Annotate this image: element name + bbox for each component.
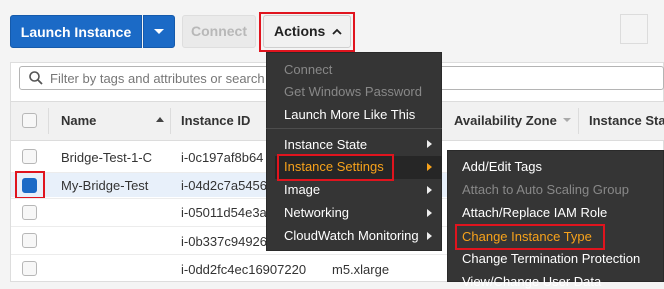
column-divider [578,108,579,134]
submenu-arrow-icon [427,209,432,217]
sort-asc-icon [156,117,164,122]
submenu-arrow-icon [427,163,432,171]
menu-item-launch-more-like-this[interactable]: Launch More Like This [284,107,415,122]
chevron-down-icon [154,29,164,34]
annotation-box-checkbox [15,171,45,199]
submenu-item-attach-auto-scaling: Attach to Auto Scaling Group [462,182,629,197]
submenu-item-add-edit-tags[interactable]: Add/Edit Tags [462,159,542,174]
row-checkbox[interactable] [22,261,37,276]
select-all-checkbox[interactable] [22,113,37,128]
menu-divider [266,128,442,129]
menu-item-get-windows-password: Get Windows Password [284,84,422,99]
instance-id[interactable]: i-0dd2fc4ec16907220 [181,262,306,277]
submenu-arrow-icon [427,186,432,194]
submenu-item-attach-replace-iam-role[interactable]: Attach/Replace IAM Role [462,205,607,220]
row-checkbox[interactable] [22,233,37,248]
instance-name: Bridge-Test-1-C [61,150,153,165]
menu-item-cloudwatch-monitoring[interactable]: CloudWatch Monitoring [284,228,419,243]
menu-item-connect: Connect [284,62,333,77]
row-checkbox[interactable] [22,205,37,220]
menu-item-instance-state[interactable]: Instance State [284,137,367,152]
submenu-arrow-icon [427,232,432,240]
annotation-box-instance-settings [277,154,394,181]
toolbar-icon-button[interactable] [620,14,648,44]
column-header-instance-state[interactable]: Instance Sta [589,113,664,128]
instance-id[interactable]: i-0c197af8b64 [181,150,263,165]
row-checkbox[interactable] [22,149,37,164]
launch-instance-dropdown-button[interactable] [143,15,175,48]
connect-button[interactable]: Connect [182,15,256,48]
launch-instance-button[interactable]: Launch Instance [10,15,142,48]
instance-name: My-Bridge-Test [61,178,149,193]
menu-item-image[interactable]: Image [284,182,320,197]
annotation-box-actions [259,12,355,52]
column-header-name[interactable]: Name [61,113,96,128]
menu-item-networking[interactable]: Networking [284,205,349,220]
instance-id[interactable]: i-05011d54e3a [181,205,267,220]
column-header-availability-zone[interactable]: Availability Zone [454,113,557,128]
sort-caret-icon [563,118,571,122]
column-divider [170,108,171,134]
search-icon [29,71,43,85]
search-placeholder: Filter by tags and attributes or search [50,71,265,86]
instance-id[interactable]: i-04d2c7a5456 [181,178,267,193]
column-divider [48,108,49,134]
annotation-box-change-instance-type [455,224,605,250]
instance-type: m5.xlarge [332,262,390,277]
submenu-arrow-icon [427,140,432,148]
instance-id[interactable]: i-0b337c94926 [181,234,267,249]
column-header-instance-id[interactable]: Instance ID [181,113,250,128]
submenu-item-change-termination-protection[interactable]: Change Termination Protection [462,251,640,266]
